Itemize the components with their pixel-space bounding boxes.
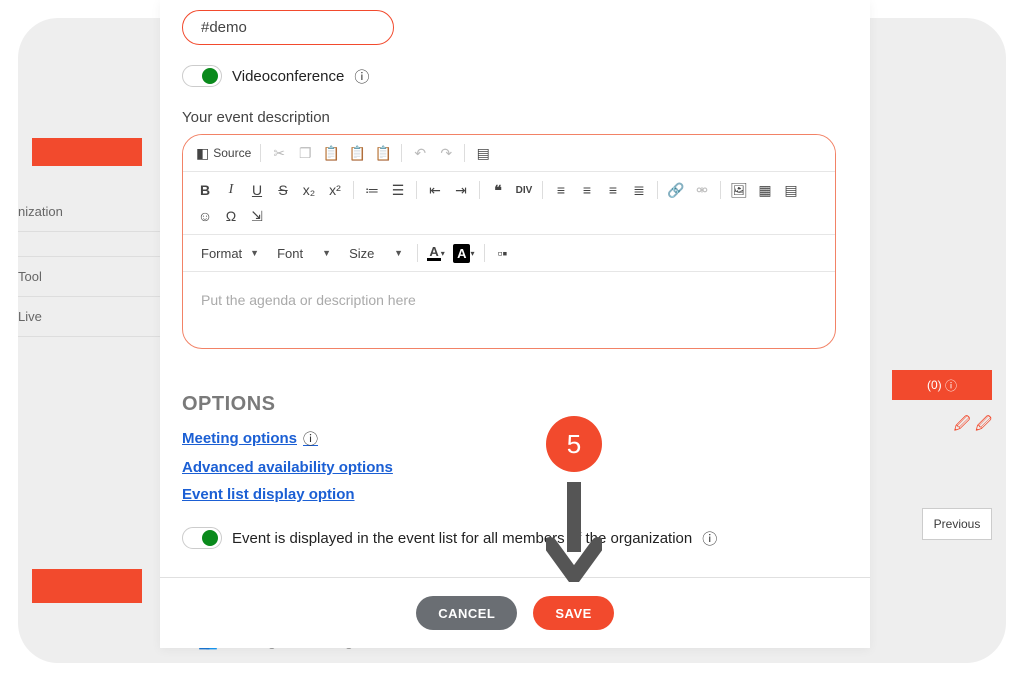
paste-word-icon[interactable]: 📋 [371,141,395,165]
paste-icon[interactable]: 📋 [319,141,343,165]
bg-color-icon[interactable]: A ▾ [450,241,477,265]
subscript-icon[interactable]: x₂ [297,178,321,202]
special-char-icon[interactable]: Ω [219,204,243,228]
editor-content[interactable]: Put the agenda or description here [183,272,835,348]
link-icon[interactable]: 🔗 [664,178,688,202]
bg-count-badge: (0) ⓘ [892,370,992,400]
format-select[interactable]: Format▼ [193,241,267,265]
editor-toolbar-row-2: B I U S x₂ x² ≔ ☰ ⇤ ⇥ ❝ DIV ≡ ≡ ≡ ≣ [183,172,835,235]
pagebreak-icon[interactable]: ⇲ [245,204,269,228]
options-heading: OPTIONS [182,393,836,416]
align-justify-icon[interactable]: ≣ [627,178,651,202]
hr-icon[interactable]: ▤ [779,178,803,202]
toggle-knob [202,530,218,546]
paste-text-icon[interactable]: 📋 [345,141,369,165]
text-color-icon[interactable]: A ▾ [424,241,448,265]
advanced-availability-link[interactable]: Advanced availability options [182,459,393,476]
meeting-options-link[interactable]: Meeting options ⓘ [182,428,318,449]
rich-text-editor: ◧ Source ✂ ❐ 📋 📋 📋 ↶ ↷ ▤ B I U S x₂ x [182,134,836,349]
editor-toolbar-row-1: ◧ Source ✂ ❐ 📋 📋 📋 ↶ ↷ ▤ [183,135,835,172]
maximize-icon[interactable]: ▫▪ [491,241,515,265]
videoconference-label: Videoconference [232,68,344,85]
underline-icon[interactable]: U [245,178,269,202]
arrow-down-icon [546,482,602,587]
unlink-icon[interactable]: ⚮ [690,178,714,202]
event-edit-modal: #demo Videoconference ⓘ Your event descr… [160,0,870,648]
info-icon: ⓘ [303,428,318,449]
indent-icon[interactable]: ⇥ [449,178,473,202]
numbered-list-icon[interactable]: ≔ [360,178,384,202]
event-list-display-link[interactable]: Event list display option [182,486,355,503]
align-right-icon[interactable]: ≡ [601,178,625,202]
info-icon[interactable]: ⓘ [354,66,369,87]
videoconference-toggle[interactable] [182,65,222,87]
event-list-visibility-toggle[interactable] [182,527,222,549]
remove-format-icon[interactable]: ▤ [471,141,495,165]
bg-sidebar-highlight [32,138,142,166]
save-button[interactable]: SAVE [533,596,613,630]
smiley-icon[interactable]: ☺ [193,204,217,228]
copy-icon[interactable]: ❐ [293,141,317,165]
italic-icon[interactable]: I [219,178,243,202]
cancel-button[interactable]: CANCEL [416,596,517,630]
blockquote-icon[interactable]: ❝ [486,178,510,202]
step-badge: 5 [546,416,602,472]
redo-icon[interactable]: ↷ [434,141,458,165]
bg-bottom-button [32,569,142,603]
div-icon[interactable]: DIV [512,178,536,202]
superscript-icon[interactable]: x² [323,178,347,202]
tag-input[interactable]: #demo [182,10,394,45]
source-button[interactable]: ◧ Source [193,141,254,165]
bold-icon[interactable]: B [193,178,217,202]
bg-previous-button: Previous [922,508,992,540]
align-center-icon[interactable]: ≡ [575,178,599,202]
event-list-visibility-label: Event is displayed in the event list for… [232,530,692,547]
size-select[interactable]: Size▼ [341,241,411,265]
editor-toolbar-row-3: Format▼ Font▼ Size▼ A ▾ A ▾ ▫▪ [183,235,835,272]
strike-icon[interactable]: S [271,178,295,202]
outdent-icon[interactable]: ⇤ [423,178,447,202]
cut-icon[interactable]: ✂ [267,141,291,165]
align-left-icon[interactable]: ≡ [549,178,573,202]
modal-footer: CANCEL SAVE [160,577,870,640]
description-label: Your event description [182,109,836,126]
bullet-list-icon[interactable]: ☰ [386,178,410,202]
bg-action-icons: 🖉 🖉 [953,413,992,440]
font-select[interactable]: Font▼ [269,241,339,265]
info-icon[interactable]: ⓘ [702,528,717,549]
table-icon[interactable]: ▦ [753,178,777,202]
undo-icon[interactable]: ↶ [408,141,432,165]
image-icon[interactable]: 🖼 [727,178,751,202]
toggle-knob [202,68,218,84]
